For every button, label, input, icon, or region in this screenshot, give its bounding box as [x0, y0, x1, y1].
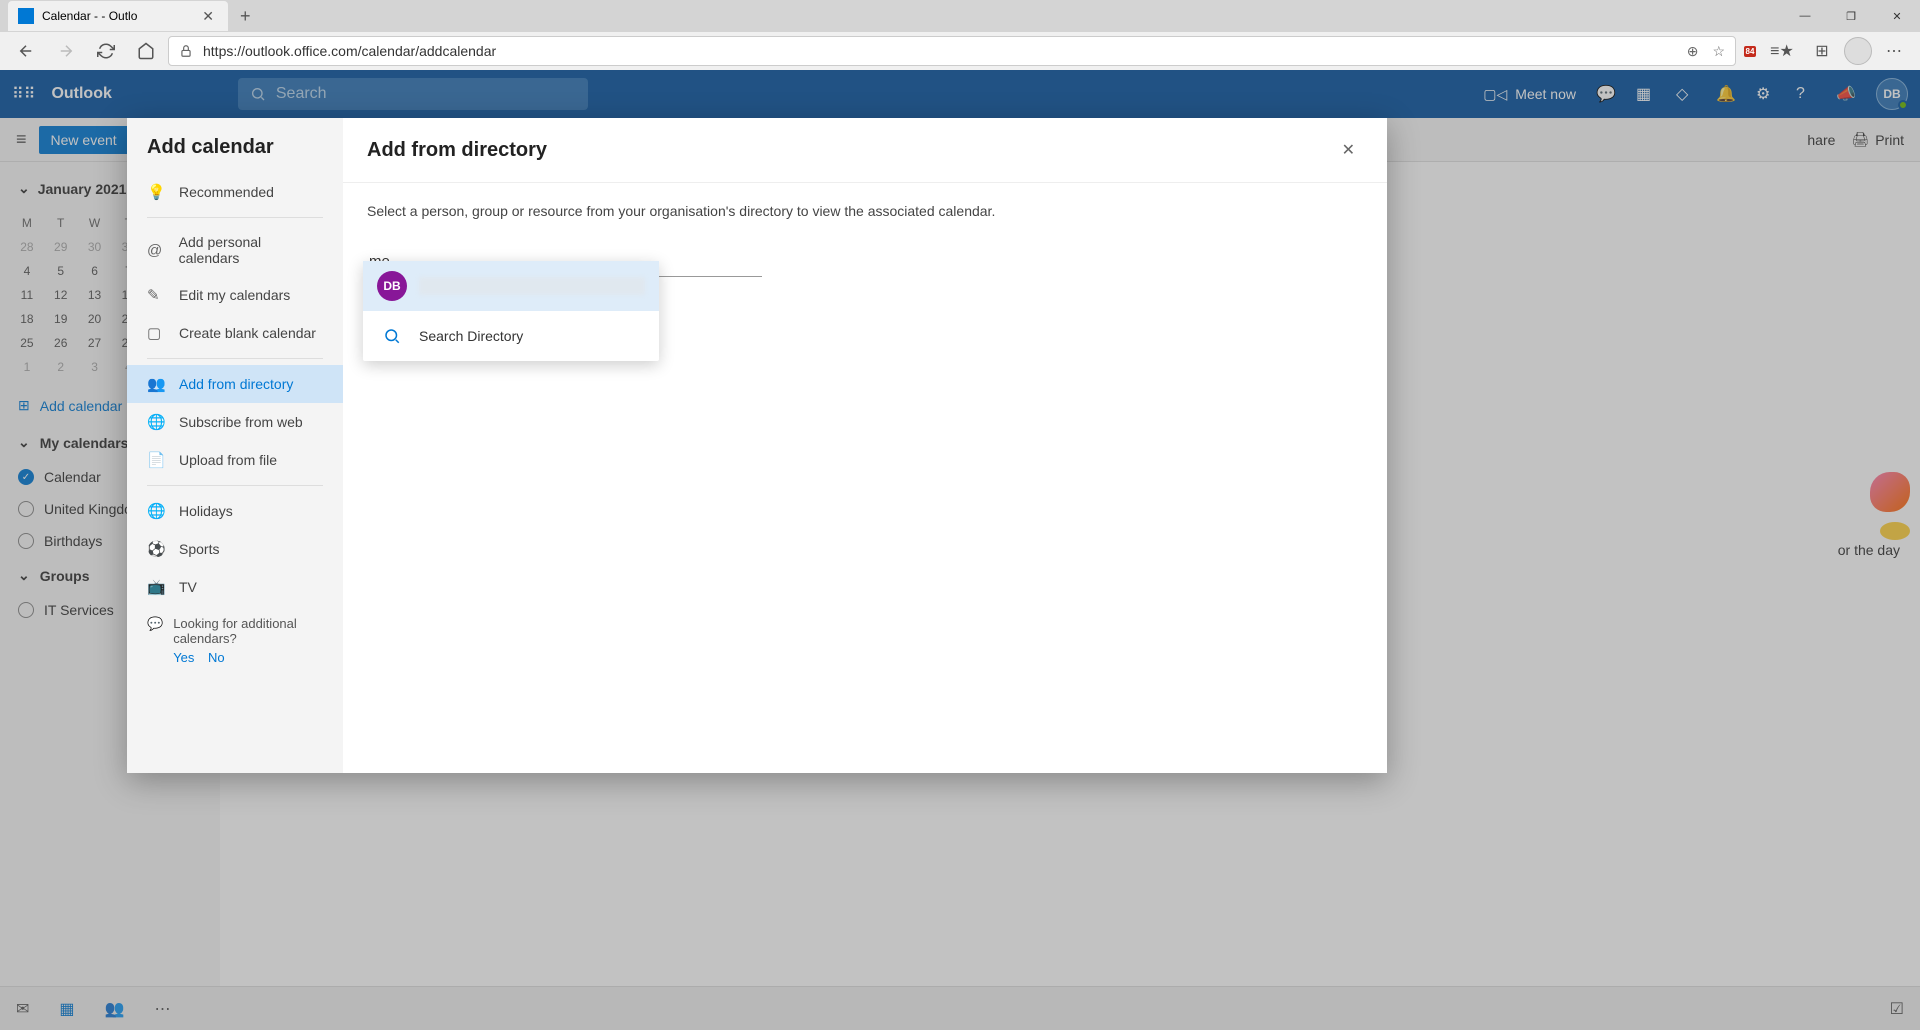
address-bar: https://outlook.office.com/calendar/addc…: [0, 32, 1920, 70]
at-icon: @: [147, 242, 165, 259]
minimize-button[interactable]: —: [1782, 0, 1828, 32]
feedback-icon: 💬: [147, 616, 163, 665]
tab-close-button[interactable]: ✕: [198, 8, 218, 25]
feedback-prompt: 💬 Looking for additional calendars? Yes …: [127, 606, 343, 675]
modal-nav-add-personal-calendars[interactable]: @Add personal calendars: [127, 224, 343, 276]
modal-nav-create-blank-calendar[interactable]: ▢Create blank calendar: [127, 314, 343, 352]
upload-icon: 📄: [147, 451, 165, 469]
forward-button[interactable]: [48, 33, 84, 69]
modal-nav-upload-from-file[interactable]: 📄Upload from file: [127, 441, 343, 479]
browser-tab[interactable]: Calendar - - Outlo ✕: [8, 1, 228, 31]
tab-bar: Calendar - - Outlo ✕ + — ❐ ✕: [0, 0, 1920, 32]
modal-content-panel: Add from directory ✕ Select a person, gr…: [343, 118, 1387, 773]
tab-title: Calendar - - Outlo: [42, 9, 137, 23]
refresh-button[interactable]: [88, 33, 124, 69]
home-button[interactable]: [128, 33, 164, 69]
feedback-yes-link[interactable]: Yes: [173, 650, 194, 665]
lock-icon: [179, 44, 193, 58]
add-calendar-modal: Add calendar 💡Recommended @Add personal c…: [127, 118, 1387, 773]
favorites-button[interactable]: ≡★: [1764, 33, 1800, 69]
extension-icon[interactable]: 84: [1740, 41, 1760, 61]
result-name-redacted: [419, 277, 645, 295]
browser-chrome: Calendar - - Outlo ✕ + — ❐ ✕ https://out…: [0, 0, 1920, 70]
search-directory-button[interactable]: Search Directory: [363, 311, 659, 361]
add-page-icon[interactable]: ⊕: [1687, 43, 1699, 60]
globe2-icon: 🌐: [147, 502, 165, 520]
modal-nav-edit-my-calendars[interactable]: ✎Edit my calendars: [127, 276, 343, 314]
maximize-button[interactable]: ❐: [1828, 0, 1874, 32]
window-controls: — ❐ ✕: [1782, 0, 1920, 32]
modal-nav-tv[interactable]: 📺TV: [127, 568, 343, 606]
new-tab-button[interactable]: +: [228, 6, 263, 27]
tab-favicon-icon: [18, 8, 34, 24]
lightbulb-icon: 💡: [147, 183, 165, 201]
result-avatar: DB: [377, 271, 407, 301]
edit-icon: ✎: [147, 286, 165, 304]
profile-button[interactable]: [1844, 37, 1872, 65]
modal-nav-panel: Add calendar 💡Recommended @Add personal c…: [127, 118, 343, 773]
back-button[interactable]: [8, 33, 44, 69]
directory-description: Select a person, group or resource from …: [367, 203, 1363, 219]
url-input[interactable]: https://outlook.office.com/calendar/addc…: [168, 36, 1736, 66]
tv-icon: 📺: [147, 578, 165, 596]
modal-nav-recommended[interactable]: 💡Recommended: [127, 173, 343, 211]
ball-icon: ⚽: [147, 540, 165, 558]
modal-nav-holidays[interactable]: 🌐Holidays: [127, 492, 343, 530]
people-icon: 👥: [147, 375, 165, 393]
search-results-dropdown: DB Search Directory: [363, 261, 659, 361]
globe-icon: 🌐: [147, 413, 165, 431]
modal-close-button[interactable]: ✕: [1334, 136, 1363, 164]
modal-nav-sports[interactable]: ⚽Sports: [127, 530, 343, 568]
collections-button[interactable]: ⊞: [1804, 33, 1840, 69]
browser-menu-button[interactable]: ⋯: [1876, 33, 1912, 69]
favorite-icon[interactable]: ☆: [1712, 43, 1725, 60]
modal-content-title: Add from directory: [367, 139, 547, 162]
modal-nav-add-from-directory[interactable]: 👥Add from directory: [127, 365, 343, 403]
search-icon: [377, 321, 407, 351]
url-text: https://outlook.office.com/calendar/addc…: [203, 43, 496, 59]
close-window-button[interactable]: ✕: [1874, 0, 1920, 32]
feedback-no-link[interactable]: No: [208, 650, 225, 665]
modal-nav-subscribe-from-web[interactable]: 🌐Subscribe from web: [127, 403, 343, 441]
search-result-item[interactable]: DB: [363, 261, 659, 311]
modal-nav-title: Add calendar: [127, 118, 343, 173]
blank-icon: ▢: [147, 324, 165, 342]
